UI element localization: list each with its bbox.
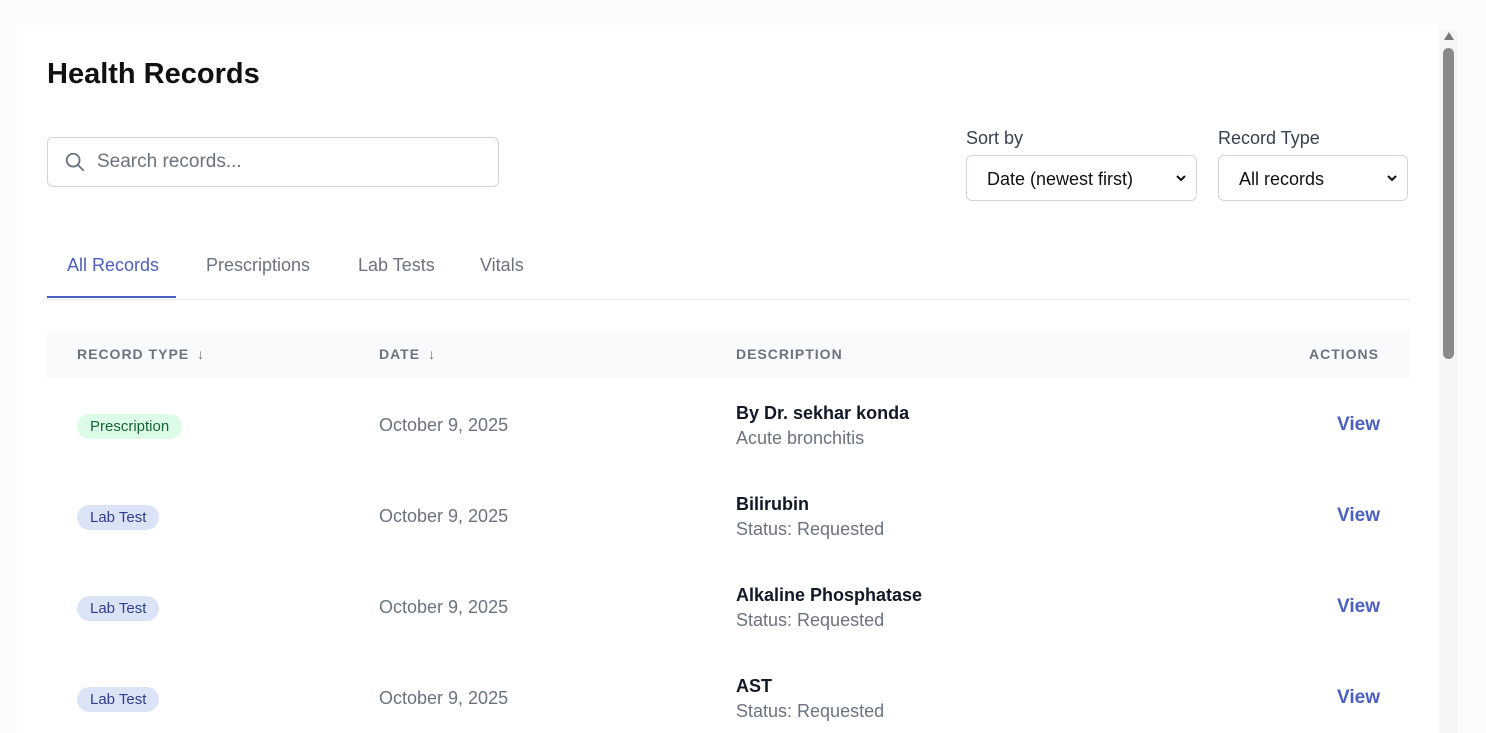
record-subtitle: Status: Requested bbox=[736, 610, 885, 630]
record-type-badge: Lab Test bbox=[77, 596, 160, 621]
record-type-label: Record Type bbox=[1218, 128, 1320, 148]
sort-down-icon: ↓ bbox=[197, 346, 206, 362]
column-header-date[interactable]: DATE ↓ bbox=[379, 346, 436, 362]
view-link[interactable]: View bbox=[1337, 596, 1380, 618]
page-title: Health Records bbox=[47, 58, 260, 90]
record-type-badge: Lab Test bbox=[77, 687, 160, 712]
view-link[interactable]: View bbox=[1337, 414, 1380, 436]
column-header-actions: ACTIONS bbox=[1309, 346, 1379, 362]
record-type-badge: Lab Test bbox=[77, 505, 160, 530]
record-subtitle: Acute bronchitis bbox=[736, 428, 865, 448]
column-header-record-type[interactable]: RECORD TYPE ↓ bbox=[77, 346, 205, 362]
table-row: Lab Test October 9, 2025 AST Status: Req… bbox=[47, 652, 1410, 733]
column-header-description: DESCRIPTION bbox=[736, 346, 843, 362]
record-type-badge: Prescription bbox=[77, 414, 183, 439]
table-row: Lab Test October 9, 2025 Bilirubin Statu… bbox=[47, 470, 1410, 562]
record-title: Bilirubin bbox=[736, 494, 809, 514]
tab-all-records[interactable]: All Records bbox=[67, 255, 159, 276]
sort-select[interactable]: Date (newest first) bbox=[966, 155, 1197, 201]
table-header: RECORD TYPE ↓ DATE ↓ DESCRIPTION ACTIONS bbox=[47, 329, 1410, 378]
record-tabs: All Records Prescriptions Lab Tests Vita… bbox=[47, 235, 1410, 300]
tab-lab-tests[interactable]: Lab Tests bbox=[358, 255, 435, 276]
search-icon bbox=[65, 152, 85, 172]
record-subtitle: Status: Requested bbox=[736, 519, 885, 539]
tab-vitals[interactable]: Vitals bbox=[480, 255, 524, 276]
record-title: By Dr. sekhar konda bbox=[736, 403, 910, 423]
date-header-label: DATE bbox=[379, 346, 421, 362]
scrollbar-thumb[interactable] bbox=[1443, 48, 1454, 359]
tab-prescriptions[interactable]: Prescriptions bbox=[206, 255, 310, 276]
record-title: Alkaline Phosphatase bbox=[736, 585, 923, 605]
active-tab-indicator bbox=[47, 296, 176, 298]
view-link[interactable]: View bbox=[1337, 505, 1380, 527]
table-row: Prescription October 9, 2025 By Dr. sekh… bbox=[47, 379, 1410, 471]
record-title: AST bbox=[736, 676, 772, 696]
record-date: October 9, 2025 bbox=[379, 415, 509, 435]
table-row: Lab Test October 9, 2025 Alkaline Phosph… bbox=[47, 561, 1410, 653]
chevron-down-icon bbox=[1176, 175, 1186, 182]
record-type-select-value: All records bbox=[1239, 169, 1325, 189]
record-date: October 9, 2025 bbox=[379, 688, 509, 708]
page: Health Records Sort by Date (newest firs… bbox=[0, 0, 1486, 733]
record-date: October 9, 2025 bbox=[379, 597, 509, 617]
vertical-scrollbar[interactable] bbox=[1440, 30, 1457, 733]
view-link[interactable]: View bbox=[1337, 687, 1380, 709]
search-input[interactable] bbox=[97, 139, 487, 185]
sort-select-value: Date (newest first) bbox=[987, 169, 1134, 189]
search-box[interactable] bbox=[47, 137, 499, 187]
record-date: October 9, 2025 bbox=[379, 506, 509, 526]
record-subtitle: Status: Requested bbox=[736, 701, 885, 721]
record-type-header-label: RECORD TYPE bbox=[77, 346, 190, 362]
record-type-select[interactable]: All records bbox=[1218, 155, 1408, 201]
sort-by-label: Sort by bbox=[966, 128, 1024, 148]
sort-down-icon: ↓ bbox=[428, 346, 437, 362]
scroll-up-arrow-icon[interactable] bbox=[1443, 31, 1455, 41]
chevron-down-icon bbox=[1387, 175, 1397, 182]
